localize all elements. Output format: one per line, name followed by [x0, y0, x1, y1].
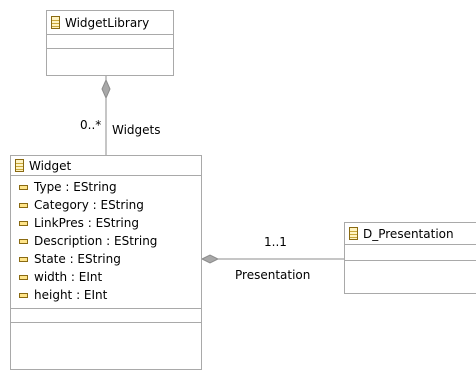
class-header: WidgetLibrary: [47, 11, 173, 35]
attribute-label: width : EInt: [34, 270, 103, 284]
attribute-height[interactable]: height : EInt: [11, 286, 201, 304]
class-d-presentation[interactable]: D_Presentation: [344, 222, 476, 294]
attribute-label: Category : EString: [34, 198, 144, 212]
class-name: D_Presentation: [363, 226, 454, 241]
class-name: WidgetLibrary: [65, 15, 150, 30]
class-icon: [349, 227, 358, 240]
presentation-role-label: Presentation: [235, 268, 311, 282]
attribute-description[interactable]: Description : EString: [11, 232, 201, 250]
attribute-label: Description : EString: [34, 234, 158, 248]
attribute-icon: [19, 184, 28, 190]
operations-compartment: [47, 49, 173, 63]
attribute-icon: [19, 238, 28, 244]
attribute-icon: [19, 220, 28, 226]
extra-compartment: [11, 323, 201, 353]
attribute-width[interactable]: width : EInt: [11, 268, 201, 286]
attribute-icon: [19, 274, 28, 280]
attribute-icon: [19, 256, 28, 262]
class-widget[interactable]: Widget Type : EString Category : EString…: [10, 155, 202, 370]
attribute-linkpres[interactable]: LinkPres : EString: [11, 214, 201, 232]
attribute-icon: [19, 202, 28, 208]
widgets-multiplicity: 0..*: [80, 118, 102, 132]
class-header: Widget: [11, 156, 201, 176]
attribute-type[interactable]: Type : EString: [11, 178, 201, 196]
class-icon: [51, 16, 60, 29]
attribute-label: Type : EString: [34, 180, 117, 194]
class-widget-library[interactable]: WidgetLibrary: [46, 10, 174, 76]
attribute-label: height : EInt: [34, 288, 108, 302]
operations-compartment: [11, 309, 201, 323]
widgets-role-label: Widgets: [112, 123, 161, 137]
attributes-compartment: Type : EString Category : EString LinkPr…: [11, 176, 201, 309]
attribute-label: State : EString: [34, 252, 121, 266]
class-name: Widget: [29, 158, 72, 173]
class-icon: [15, 159, 24, 172]
attribute-label: LinkPres : EString: [34, 216, 139, 230]
attribute-state[interactable]: State : EString: [11, 250, 201, 268]
class-header: D_Presentation: [345, 223, 476, 245]
presentation-multiplicity: 1..1: [264, 235, 287, 249]
attribute-icon: [19, 292, 28, 298]
presentation-composition-diamond: [200, 254, 220, 264]
operations-compartment: [345, 261, 476, 277]
attributes-compartment: [47, 35, 173, 49]
attribute-category[interactable]: Category : EString: [11, 196, 201, 214]
attributes-compartment: [345, 245, 476, 261]
widgets-composition-diamond: [101, 78, 111, 100]
